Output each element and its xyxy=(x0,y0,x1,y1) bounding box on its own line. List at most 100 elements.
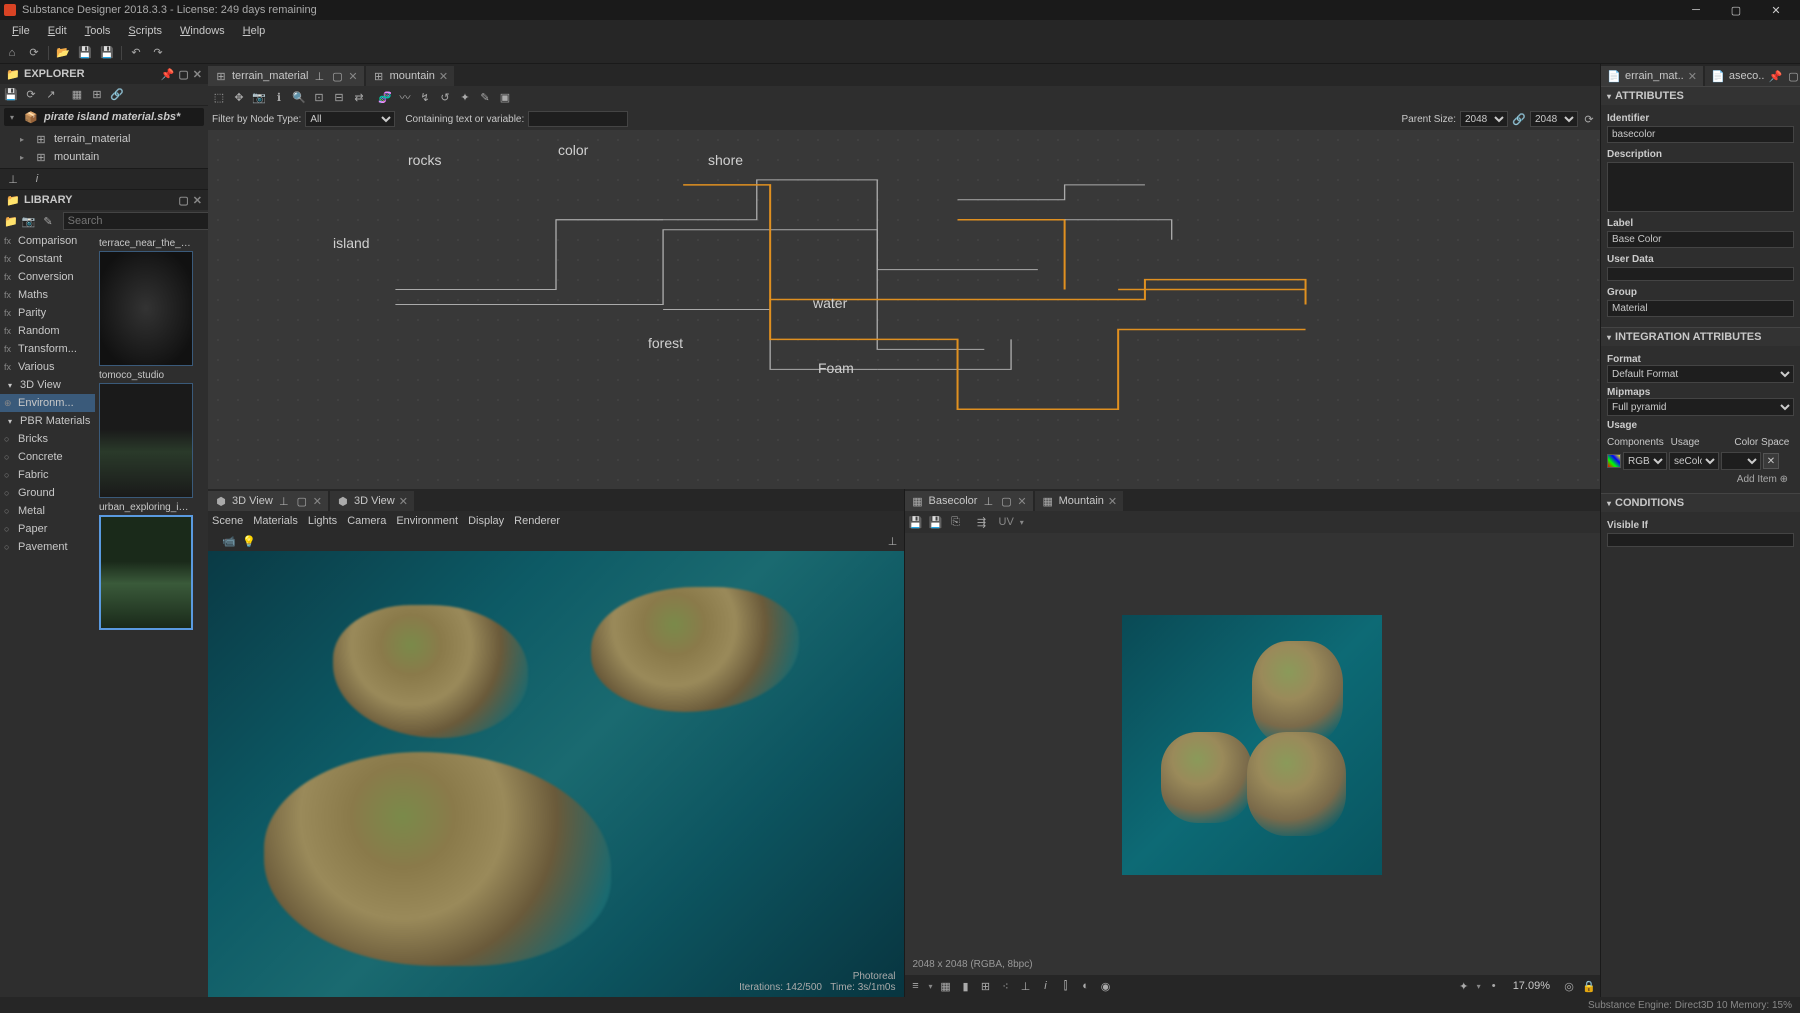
pin-icon[interactable]: ⊥ xyxy=(277,494,291,508)
integration-header[interactable]: ▾ INTEGRATION ATTRIBUTES xyxy=(1601,328,1800,346)
grid-icon[interactable]: ⊞ xyxy=(979,979,993,993)
light-icon[interactable]: 💡 xyxy=(242,534,256,548)
spiral-icon[interactable]: 〰 xyxy=(398,90,412,104)
maximize-button[interactable]: ▢ xyxy=(1716,0,1756,20)
tab-3dview-1[interactable]: ⬢ 3D View ⊥ ▢ ✕ xyxy=(208,491,328,511)
lib-cat-metal[interactable]: ○Metal xyxy=(0,502,95,520)
layers-icon[interactable]: ≡ xyxy=(909,979,923,993)
menu-windows[interactable]: Windows xyxy=(172,23,233,39)
refresh-icon[interactable]: ⟳ xyxy=(1582,112,1596,126)
menu-materials[interactable]: Materials xyxy=(253,515,298,527)
camera-icon[interactable]: 📷 xyxy=(22,214,36,228)
menu-file[interactable]: File xyxy=(4,23,38,39)
thumb-tomoco[interactable]: tomoco_studio xyxy=(99,368,193,498)
export-icon[interactable]: ↗ xyxy=(44,88,58,102)
group-input[interactable]: Material xyxy=(1607,300,1794,317)
crosshair-icon[interactable]: ✦ xyxy=(1457,979,1471,993)
info-icon[interactable]: i xyxy=(1039,979,1053,993)
view3d-canvas[interactable]: Photoreal Iterations: 142/500 Time: 3s/1… xyxy=(208,551,904,997)
lib-cat-constant[interactable]: fxConstant xyxy=(0,250,95,268)
close-button[interactable]: ✕ xyxy=(1756,0,1796,20)
tab-basecolor-props[interactable]: 📄 aseco.. 📌 ▢ ✕ xyxy=(1705,66,1800,86)
usage-rgba-select[interactable]: RGBA xyxy=(1623,452,1667,470)
dock-icon[interactable]: ▢ xyxy=(1786,69,1800,83)
link-icon[interactable]: 🔗 xyxy=(1512,112,1526,126)
close-tab-icon[interactable]: ✕ xyxy=(348,70,357,83)
gear-icon[interactable]: ✎ xyxy=(478,90,492,104)
graph-view[interactable]: island rocks color shore forest water Fo… xyxy=(208,130,1600,489)
mipmaps-select[interactable]: Full pyramid xyxy=(1607,398,1794,416)
usage-colorspace-select[interactable] xyxy=(1721,452,1761,470)
save-icon[interactable]: 💾 xyxy=(909,515,923,529)
userdata-input[interactable] xyxy=(1607,267,1794,281)
dock-icon[interactable]: ▢ xyxy=(330,69,344,83)
visibleif-input[interactable] xyxy=(1607,533,1794,547)
close-tab-icon[interactable]: ✕ xyxy=(1017,495,1026,508)
menu-lights[interactable]: Lights xyxy=(308,515,337,527)
lib-cat-concrete[interactable]: ○Concrete xyxy=(0,448,95,466)
bolt-icon[interactable]: ↯ xyxy=(418,90,432,104)
save-all-icon[interactable]: 💾 xyxy=(929,515,943,529)
sphere-icon[interactable]: ◐ xyxy=(1079,979,1093,993)
uv-label[interactable]: UV xyxy=(999,516,1014,528)
tab-basecolor[interactable]: ▦ Basecolor ⊥ ▢ ✕ xyxy=(905,491,1033,511)
graph-icon[interactable]: ⊞ xyxy=(90,88,104,102)
camera-icon[interactable]: 📷 xyxy=(252,90,266,104)
close-tab-icon[interactable]: ✕ xyxy=(1108,495,1117,508)
save-icon[interactable]: 💾 xyxy=(4,88,18,102)
dock-icon[interactable]: ▢ xyxy=(178,194,188,207)
pencil-icon[interactable]: ✎ xyxy=(43,214,52,228)
dock-icon[interactable]: ▢ xyxy=(295,494,309,508)
tree-item-terrain[interactable]: ▸ ⊞ terrain_material xyxy=(0,130,208,148)
lib-cat-ground[interactable]: ○Ground xyxy=(0,484,95,502)
lib-cat-maths[interactable]: fxMaths xyxy=(0,286,95,304)
fit-icon[interactable]: ⊡ xyxy=(312,90,326,104)
menu-display[interactable]: Display xyxy=(468,515,504,527)
share-icon[interactable]: ⇶ xyxy=(975,515,989,529)
pin-icon[interactable]: 📌 xyxy=(1768,69,1782,83)
menu-help[interactable]: Help xyxy=(235,23,274,39)
align-icon[interactable]: ⊟ xyxy=(332,90,346,104)
remove-usage-button[interactable]: ✕ xyxy=(1763,453,1779,469)
ruler-icon[interactable]: ⊥ xyxy=(1019,979,1033,993)
containing-input[interactable] xyxy=(528,111,628,127)
lib-cat-transform[interactable]: fxTransform... xyxy=(0,340,95,358)
library-search-input[interactable] xyxy=(63,212,215,230)
close-tab-icon[interactable]: ✕ xyxy=(1688,70,1697,83)
close-panel-icon[interactable]: ✕ xyxy=(193,194,202,207)
tab-terrain-props[interactable]: 📄 errain_mat.. ✕ xyxy=(1601,66,1703,86)
dock-icon[interactable]: ▢ xyxy=(999,494,1013,508)
expander-icon[interactable]: ▸ xyxy=(20,153,28,162)
close-panel-icon[interactable]: ✕ xyxy=(193,68,202,81)
undo-icon[interactable]: ↶ xyxy=(128,45,144,61)
thumb-terrace[interactable]: terrace_near_the_gra... xyxy=(99,236,193,366)
folder-icon[interactable]: 📁 xyxy=(4,214,18,228)
box-icon[interactable]: ▣ xyxy=(498,90,512,104)
settings-icon[interactable]: ⊥ xyxy=(886,534,900,548)
pin-icon[interactable]: 📌 xyxy=(161,68,175,81)
format-select[interactable]: Default Format xyxy=(1607,365,1794,383)
lib-cat-3dview[interactable]: ▾3D View xyxy=(0,376,95,394)
lib-cat-random[interactable]: fxRandom xyxy=(0,322,95,340)
minimize-button[interactable]: ─ xyxy=(1676,0,1716,20)
copy-icon[interactable]: ⎘ xyxy=(949,515,963,529)
identifier-input[interactable]: basecolor xyxy=(1607,126,1794,143)
lib-cat-conversion[interactable]: fxConversion xyxy=(0,268,95,286)
lib-cat-paper[interactable]: ○Paper xyxy=(0,520,95,538)
thumb-urban[interactable]: urban_exploring_inte... xyxy=(99,500,193,630)
info-icon[interactable]: ℹ xyxy=(272,90,286,104)
home-icon[interactable]: ⌂ xyxy=(4,45,20,61)
dock-icon[interactable]: ▢ xyxy=(178,68,188,81)
info-icon[interactable]: i xyxy=(30,172,44,186)
checker-icon[interactable]: ▦ xyxy=(939,979,953,993)
menu-scripts[interactable]: Scripts xyxy=(120,23,170,39)
lib-cat-environments[interactable]: ⊕Environm... xyxy=(0,394,95,412)
menu-tools[interactable]: Tools xyxy=(77,23,119,39)
color-swatch[interactable] xyxy=(1607,454,1621,468)
channel-icon[interactable]: ▮ xyxy=(959,979,973,993)
lib-cat-various[interactable]: fxVarious xyxy=(0,358,95,376)
parent-size-w[interactable]: 2048 xyxy=(1460,111,1508,127)
filter-type-select[interactable]: All xyxy=(305,111,395,127)
tab-mountain[interactable]: ⊞ mountain ✕ xyxy=(366,66,454,86)
select-icon[interactable]: ⬚ xyxy=(212,90,226,104)
